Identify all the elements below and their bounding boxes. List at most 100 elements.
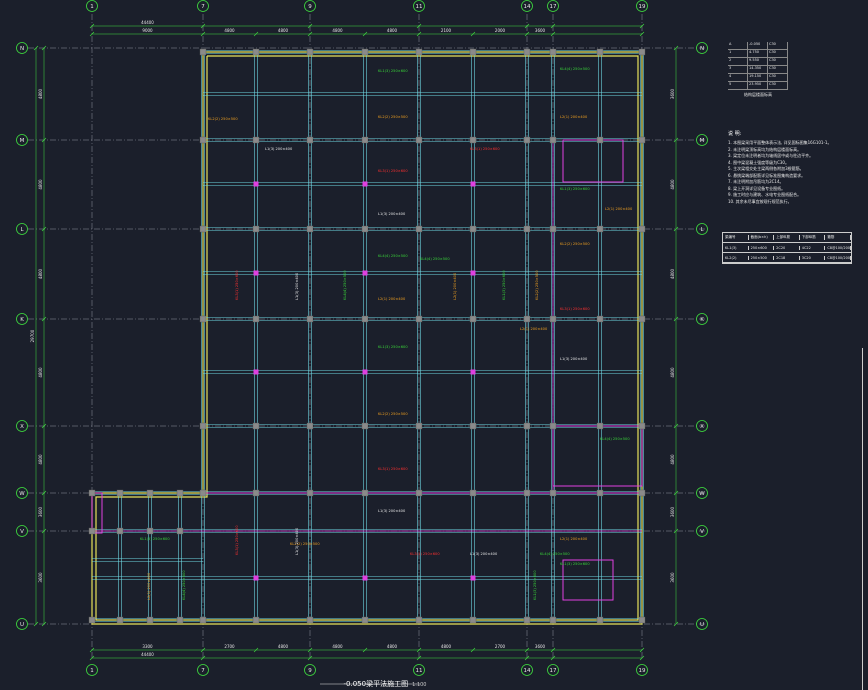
legend-cell: C30 xyxy=(768,82,788,89)
legend-row: 4 19.150 C30 xyxy=(728,74,788,82)
dim-top-segment-label: 4800 xyxy=(332,28,343,33)
column xyxy=(523,315,531,323)
column xyxy=(116,527,124,535)
axis-bubble-top-label: 9 xyxy=(308,4,312,10)
beam-label: KL1(3) 250×600 xyxy=(140,537,170,541)
axis-bubble-right-label: N xyxy=(700,46,704,52)
beam-label: KL3(1) 250×600 xyxy=(410,552,440,556)
column xyxy=(469,136,477,144)
note-line: 10. 其余未尽事宜按现行规范执行。 xyxy=(728,198,792,204)
column xyxy=(415,315,423,323)
column xyxy=(638,489,646,497)
beam-label: L1(3) 200×400 xyxy=(378,509,406,513)
column xyxy=(596,616,604,624)
beam-label: KL4(4) 250×500 xyxy=(378,254,408,258)
legend-cell: -0.050 xyxy=(748,42,768,49)
column xyxy=(88,527,96,535)
dim-left-segment-label: 4800 xyxy=(38,367,43,378)
column xyxy=(361,489,369,497)
legend-row: 5 23.950 C30 xyxy=(728,82,788,90)
column xyxy=(469,225,477,233)
dim-top-segment-label: 4800 xyxy=(224,28,235,33)
legend-cell: 1 xyxy=(728,50,748,57)
dim-top-segment-label: 3600 xyxy=(535,28,546,33)
column xyxy=(415,48,423,56)
beam-junction-marker xyxy=(362,575,368,581)
dim-left-segment-label: 3600 xyxy=(38,506,43,517)
axis-bubble-left-label: K xyxy=(20,317,24,323)
beam-label: L2(1) 200×400 xyxy=(560,537,588,541)
column xyxy=(415,422,423,430)
drawing-title: -0.050梁平法施工图 1:100 xyxy=(344,679,427,689)
column xyxy=(306,422,314,430)
beam-label: L1(3) 200×400 xyxy=(265,147,293,151)
dim-top-segment-label: 2000 xyxy=(495,28,506,33)
beam-junction-marker xyxy=(253,369,259,375)
column xyxy=(523,489,531,497)
schedule-cell: C8@100/200 xyxy=(827,245,852,250)
legend-cell: 4.750 xyxy=(748,50,768,57)
beam-label: KL2(2) 250×500 xyxy=(560,242,590,246)
legend-cell: C30 xyxy=(768,50,788,57)
schedule-cell: 箍筋 xyxy=(825,235,851,240)
column xyxy=(88,616,96,624)
dim-bottom-segment-label: 4800 xyxy=(441,644,452,649)
legend-cell: C30 xyxy=(768,66,788,73)
beam-label: KL4(4) 250×500 xyxy=(560,67,590,71)
beam-label: KL3(1) 250×600 xyxy=(560,307,590,311)
column xyxy=(638,616,646,624)
dim-left-segment-label: 3600 xyxy=(38,572,43,583)
column xyxy=(596,422,604,430)
column xyxy=(415,136,423,144)
column xyxy=(469,48,477,56)
column xyxy=(199,315,207,323)
column xyxy=(469,422,477,430)
column xyxy=(523,48,531,56)
schedule-cell: 梁编号 xyxy=(723,235,749,240)
dim-bottom-segment-label: 4800 xyxy=(332,644,343,649)
dim-right-segment-label: 3600 xyxy=(670,572,675,583)
dim-bottom-segment-label: 3300 xyxy=(142,644,153,649)
legend-row: 1 4.750 C30 xyxy=(728,50,788,58)
beam-label-vertical: KL1(3) 250×600 xyxy=(533,570,537,600)
dim-right-segment-label: 4800 xyxy=(670,367,675,378)
dim-top-segment-label: 2100 xyxy=(441,28,452,33)
beam-label: KL2(2) 250×500 xyxy=(378,115,408,119)
column xyxy=(306,136,314,144)
axis-bubble-top-label: 1 xyxy=(90,4,94,10)
beam-label: KL1(3) 250×600 xyxy=(378,69,408,73)
beam-label: L2(1) 200×400 xyxy=(605,207,633,211)
schedule-cell: C8@100/200 xyxy=(827,255,852,260)
column xyxy=(469,616,477,624)
axis-bubble-bottom-label: 17 xyxy=(550,668,557,674)
column xyxy=(116,489,124,497)
legend-cell: 4 xyxy=(728,74,748,81)
column xyxy=(361,48,369,56)
legend-cell: C30 xyxy=(768,58,788,65)
dim-right-segment-label: 4800 xyxy=(670,454,675,465)
column xyxy=(146,527,154,535)
notes-list: 1. 本图梁采用平面整体表示法, 详见国标图集16G101-1。 2. 未注明梁顶… xyxy=(728,140,858,205)
dim-bottom-segment-label: 2700 xyxy=(224,644,235,649)
legend-cell: A xyxy=(728,42,748,49)
dim-right-segment-label: 3600 xyxy=(670,506,675,517)
column xyxy=(549,225,557,233)
schedule-row: 梁编号 截面(b×h) 上部纵筋 下部纵筋 箍筋 xyxy=(723,233,851,243)
column xyxy=(415,616,423,624)
dim-bottom-segment-label: 4800 xyxy=(278,644,289,649)
axis-bubble-right-label: V xyxy=(700,529,704,535)
axis-bubble-left-label: U xyxy=(20,622,24,628)
beam-label: KL3(1) 250×600 xyxy=(378,467,408,471)
column xyxy=(252,48,260,56)
column xyxy=(361,225,369,233)
column xyxy=(146,489,154,497)
dim-bottom-total-label: 44400 xyxy=(141,652,154,657)
schedule-row: KL1(3) 250×600 2C20 4C22 C8@100/200 xyxy=(723,243,852,253)
schedule-cell: 2C18 xyxy=(774,255,800,260)
column xyxy=(199,489,207,497)
dim-left-segment-label: 4800 xyxy=(38,268,43,279)
column xyxy=(199,616,207,624)
dim-left-total-label: 29700 xyxy=(30,329,35,342)
column xyxy=(549,616,557,624)
beam-label: KL1(3) 250×600 xyxy=(378,345,408,349)
